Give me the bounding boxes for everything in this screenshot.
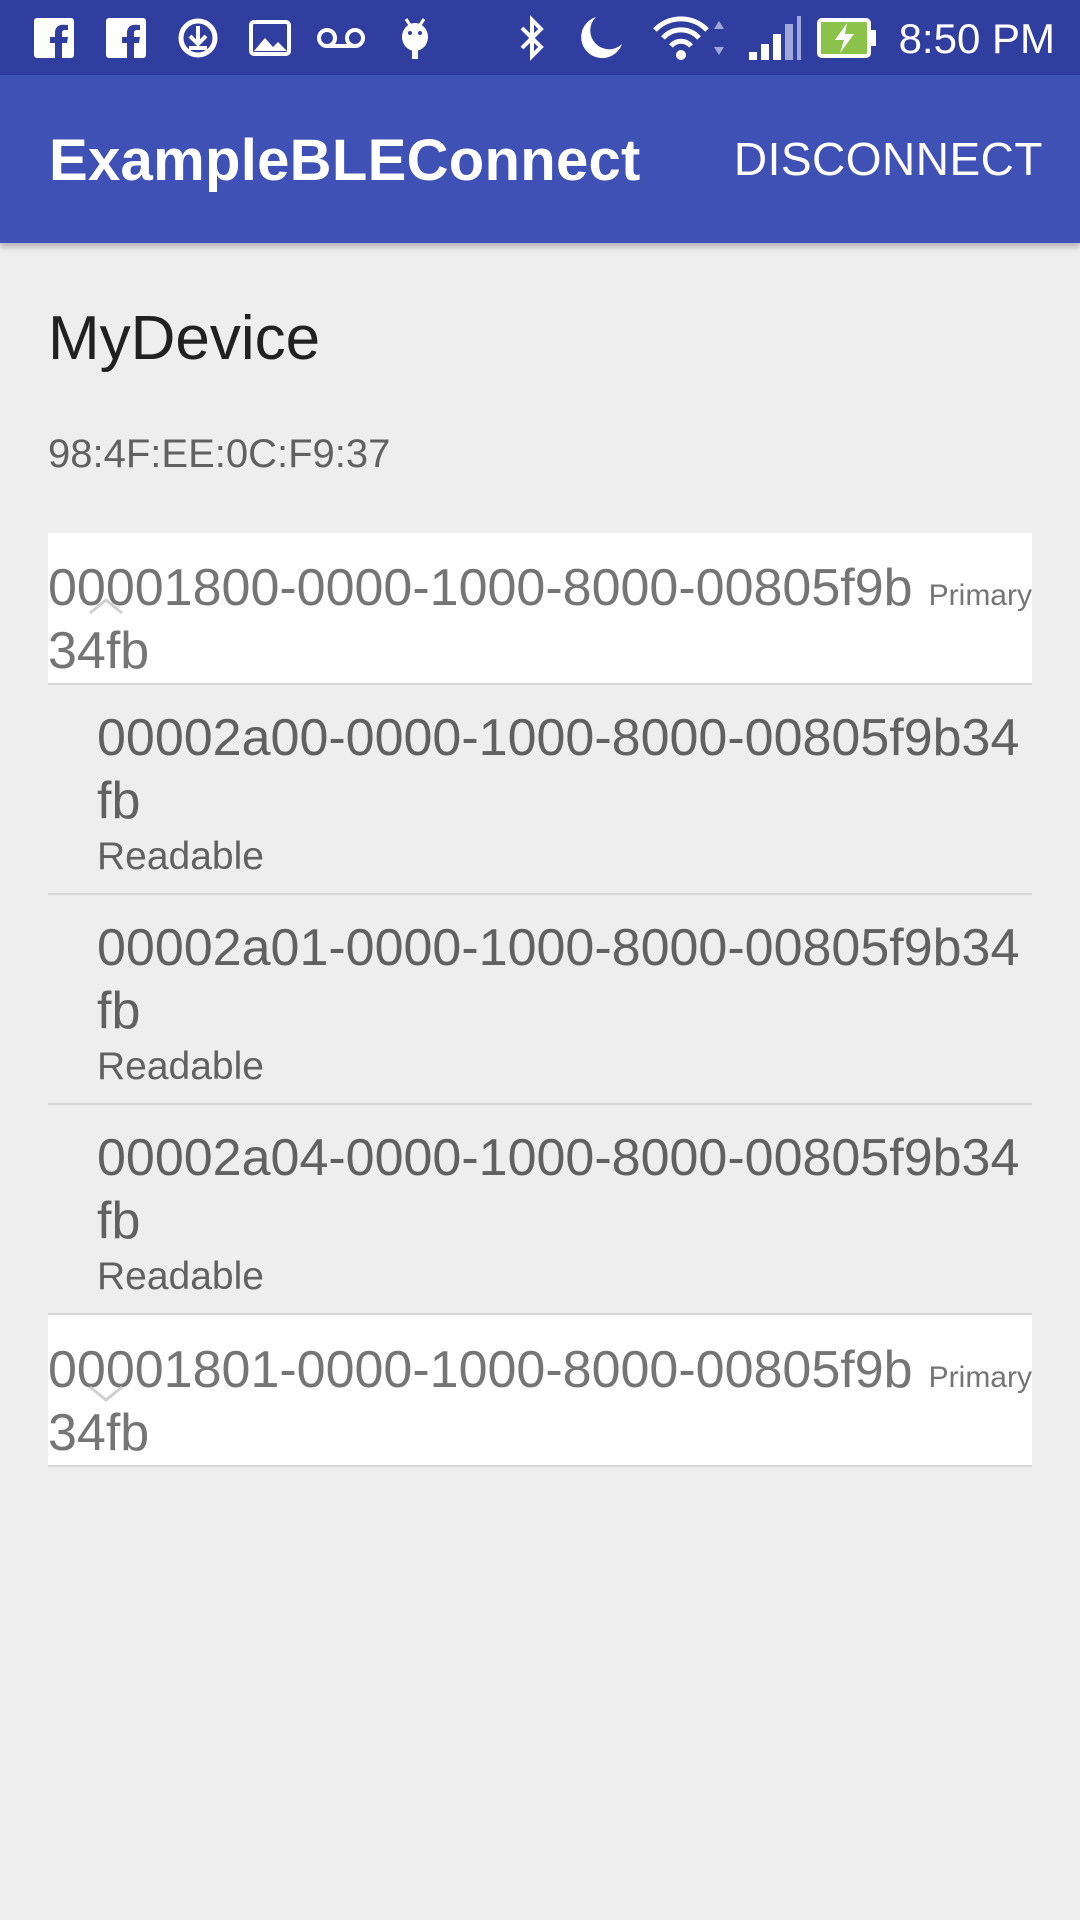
- service-type-label: Primary: [928, 1361, 1032, 1394]
- characteristic-row[interactable]: 00002a01-0000-1000-8000-00805f9b34fb Rea…: [48, 895, 1032, 1105]
- chevron-up-icon: [86, 595, 126, 617]
- characteristic-property: Readable: [97, 1045, 264, 1088]
- service-uuid: 00001801-0000-1000-8000-00805f9b34fb: [48, 1341, 913, 1462]
- characteristic-uuid: 00002a04-0000-1000-8000-00805f9b34fb: [97, 1129, 1020, 1250]
- app-bar: ExampleBLEConnect DISCONNECT: [0, 75, 1080, 243]
- characteristic-property: Readable: [97, 835, 264, 878]
- characteristic-uuid: 00002a01-0000-1000-8000-00805f9b34fb: [97, 919, 1020, 1040]
- image-icon: [248, 14, 292, 62]
- characteristic-uuid: 00002a00-0000-1000-8000-00805f9b34fb: [97, 709, 1020, 830]
- android-debug-icon: [393, 14, 437, 62]
- do-not-disturb-moon-icon: [575, 14, 625, 62]
- bluetooth-icon: [514, 14, 550, 62]
- facebook-icon: [104, 14, 148, 62]
- voicemail-icon: [316, 14, 366, 62]
- characteristic-row[interactable]: 00002a04-0000-1000-8000-00805f9b34fb Rea…: [48, 1105, 1032, 1315]
- cell-signal-icon: [746, 14, 802, 62]
- app-title: ExampleBLEConnect: [49, 128, 641, 193]
- battery-charging-icon: [816, 14, 878, 62]
- service-row-generic-access[interactable]: 00001800-0000-1000-8000-00805f9b34fb Pri…: [48, 533, 1032, 685]
- status-bar: 8:50 PM: [0, 0, 1080, 75]
- characteristic-row[interactable]: 00002a00-0000-1000-8000-00805f9b34fb Rea…: [48, 685, 1032, 895]
- chevron-down-icon: [86, 1383, 126, 1405]
- download-icon: [175, 14, 221, 62]
- facebook-icon: [32, 14, 76, 62]
- status-time: 8:50 PM: [898, 15, 1055, 62]
- device-address: 98:4F:EE:0C:F9:37: [48, 432, 391, 476]
- wifi-icon: [648, 14, 730, 62]
- service-type-label: Primary: [928, 579, 1032, 612]
- service-row-generic-attribute[interactable]: 00001801-0000-1000-8000-00805f9b34fb Pri…: [48, 1315, 1032, 1467]
- device-name: MyDevice: [48, 304, 321, 373]
- disconnect-button[interactable]: DISCONNECT: [734, 132, 1043, 186]
- characteristic-property: Readable: [97, 1255, 264, 1298]
- service-uuid: 00001800-0000-1000-8000-00805f9b34fb: [48, 559, 913, 680]
